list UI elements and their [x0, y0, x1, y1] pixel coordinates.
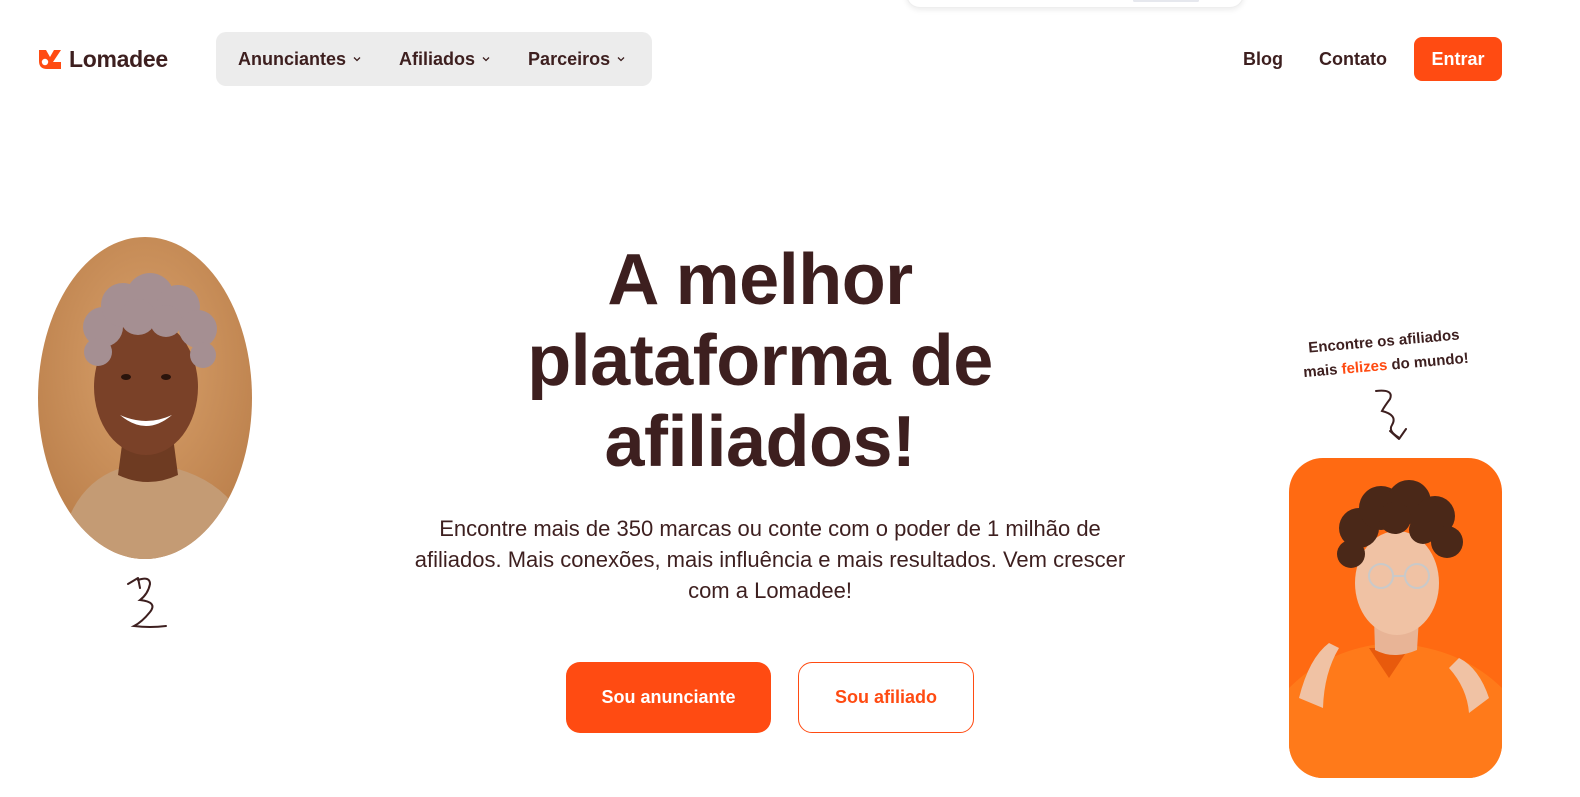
- panel-bar: [1133, 0, 1199, 2]
- squiggle-arrow-icon: [127, 577, 167, 628]
- sou-afiliado-button[interactable]: Sou afiliado: [798, 662, 974, 733]
- nav-parceiros-label: Parceiros: [528, 48, 611, 69]
- floating-panel: [906, 0, 1244, 8]
- lomadee-logo-icon: [39, 50, 61, 69]
- sou-anunciante-button[interactable]: Sou anunciante: [566, 662, 771, 733]
- tagline-suffix: do mundo!: [1386, 349, 1470, 374]
- nav-parceiros[interactable]: Parceiros: [528, 49, 626, 70]
- logo-text: Lomadee: [69, 45, 168, 72]
- nav-afiliados-label: Afiliados: [399, 48, 476, 69]
- nav-anunciantes-label: Anunciantes: [238, 48, 347, 69]
- blog-link[interactable]: Blog: [1243, 49, 1283, 70]
- hero-title-line-1: A melhor: [607, 240, 913, 320]
- tagline-prefix: mais: [1302, 360, 1343, 382]
- person-portrait-image: [1289, 458, 1502, 778]
- chevron-down-icon: [353, 57, 361, 62]
- main-nav: Anunciantes Afiliados Parceiros: [216, 32, 652, 86]
- chevron-down-icon: [482, 57, 490, 62]
- contato-link[interactable]: Contato: [1319, 49, 1387, 70]
- right-nav: Blog Contato Entrar: [1243, 37, 1502, 81]
- squiggle-arrow-icon: [1375, 389, 1407, 440]
- nav-afiliados[interactable]: Afiliados: [399, 49, 491, 70]
- hero-title: A melhor plataforma de afiliados!: [470, 240, 1050, 483]
- hero-title-line-3: afiliados!: [604, 402, 916, 482]
- nav-anunciantes[interactable]: Anunciantes: [238, 49, 362, 70]
- hero-subtitle: Encontre mais de 350 marcas ou conte com…: [414, 516, 1126, 603]
- page: Lomadee Anunciantes Afiliados Parceiros …: [0, 0, 1580, 797]
- person-portrait-image: [38, 237, 252, 559]
- entrar-button[interactable]: Entrar: [1414, 37, 1502, 81]
- tagline: Encontre os afiliados mais felizes do mu…: [1288, 322, 1481, 386]
- portrait-left-image: [38, 237, 252, 559]
- chevron-down-icon: [617, 57, 625, 62]
- hero-title-line-2: plataforma de: [527, 321, 993, 401]
- logo-link[interactable]: Lomadee: [37, 43, 168, 75]
- tagline-highlight: felizes: [1340, 356, 1389, 378]
- portrait-right-image: [1289, 458, 1502, 778]
